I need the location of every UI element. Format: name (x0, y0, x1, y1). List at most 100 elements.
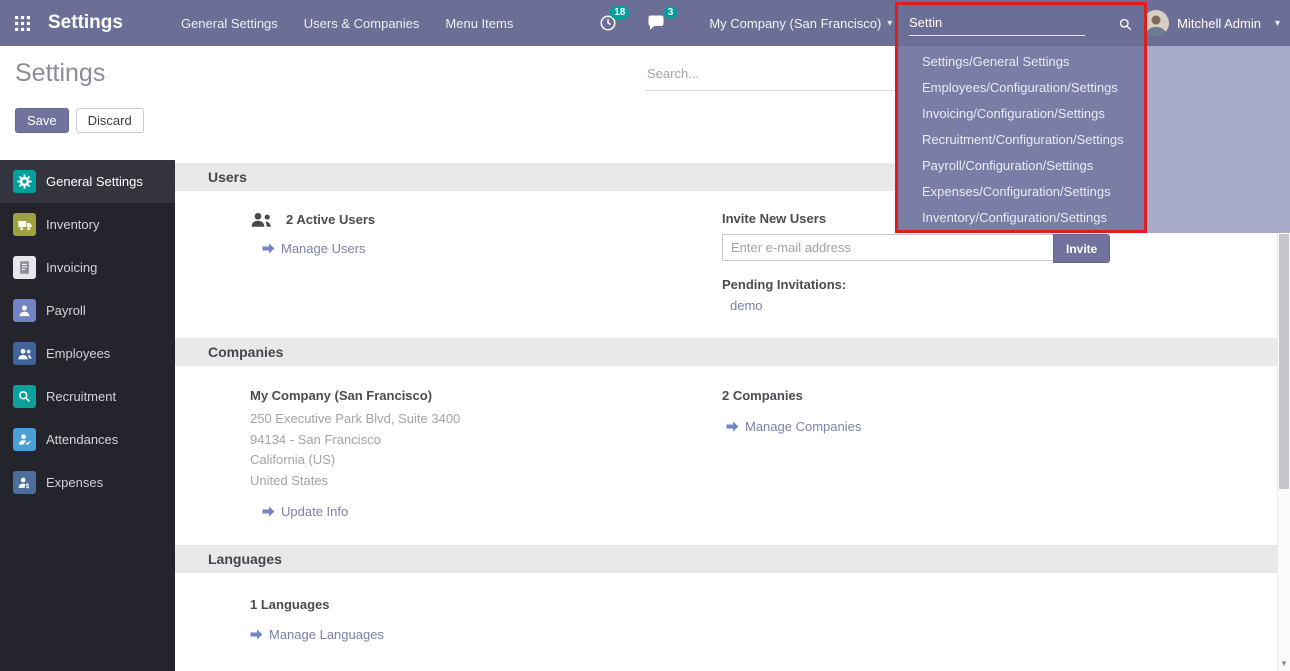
section-header-companies: Companies (175, 338, 1277, 366)
gear-icon (13, 170, 36, 193)
svg-text:$: $ (26, 483, 30, 490)
sidebar-item-label: Recruitment (46, 389, 116, 404)
company-name: My Company (San Francisco) (709, 16, 881, 31)
dropdown-result-item[interactable]: Inventory/Configuration/Settings (898, 205, 1144, 231)
manage-languages-link[interactable]: Manage Languages (250, 627, 384, 642)
companies-left-column: My Company (San Francisco) 250 Executive… (250, 388, 722, 520)
active-users-count: 2 Active Users (286, 212, 375, 227)
user-menu-panel (1147, 46, 1290, 233)
address-line: United States (250, 471, 722, 492)
sidebar-item-payroll[interactable]: Payroll (0, 289, 175, 332)
company-address: 250 Executive Park Blvd, Suite 3400 9413… (250, 409, 722, 491)
menu-users-companies[interactable]: Users & Companies (304, 16, 420, 31)
settings-content: Users 2 Active Users Manage Users Invite… (175, 160, 1277, 671)
people-icon (13, 342, 36, 365)
menu-general-settings[interactable]: General Settings (181, 16, 278, 31)
address-line: 250 Executive Park Blvd, Suite 3400 (250, 409, 722, 430)
pending-invitations-label: Pending Invitations: (722, 277, 1257, 292)
invite-email-input[interactable] (722, 234, 1054, 261)
sidebar-item-label: Payroll (46, 303, 86, 318)
save-button[interactable]: Save (15, 108, 69, 133)
sidebar-item-label: Invoicing (46, 260, 97, 275)
attendance-check-icon (13, 428, 36, 451)
dropdown-result-item[interactable]: Payroll/Configuration/Settings (898, 153, 1144, 179)
invite-button[interactable]: Invite (1053, 234, 1110, 263)
dropdown-search-box: Settin (898, 5, 1144, 46)
app-title[interactable]: Settings (48, 12, 123, 34)
languages-left-column: 1 Languages Manage Languages (250, 597, 722, 643)
companies-section: My Company (San Francisco) 250 Executive… (175, 366, 1277, 545)
user-name: Mitchell Admin (1177, 16, 1261, 31)
app-menu: General Settings Users & Companies Menu … (181, 16, 513, 31)
sidebar-item-label: Employees (46, 346, 110, 361)
sidebar-item-employees[interactable]: Employees (0, 332, 175, 375)
activity-menu-button[interactable]: 18 (599, 14, 617, 32)
payroll-person-icon (13, 299, 36, 322)
sidebar-item-expenses[interactable]: $ Expenses (0, 461, 175, 504)
activity-count-badge: 18 (610, 6, 629, 19)
sidebar-item-label: Attendances (46, 432, 118, 447)
systray: 18 3 My Company (San Francisco) ▾ (599, 14, 892, 32)
user-menu[interactable]: Mitchell Admin ▾ (1143, 0, 1280, 46)
section-header-languages: Languages (175, 545, 1277, 573)
form-buttons: Save Discard (15, 108, 144, 133)
arrow-right-icon (250, 629, 263, 640)
search-dropdown: Settin Settings/General Settings Employe… (895, 2, 1147, 233)
sidebar-item-recruitment[interactable]: Recruitment (0, 375, 175, 418)
companies-count: 2 Companies (722, 388, 1257, 403)
users-left-column: 2 Active Users Manage Users (250, 211, 722, 313)
manage-languages-label: Manage Languages (269, 627, 384, 642)
page-title: Settings (15, 59, 105, 88)
discard-button[interactable]: Discard (76, 108, 144, 133)
expense-dollar-icon: $ (13, 471, 36, 494)
company-name-label: My Company (San Francisco) (250, 388, 722, 403)
manage-users-link[interactable]: Manage Users (262, 241, 366, 256)
dropdown-result-item[interactable]: Invoicing/Configuration/Settings (898, 101, 1144, 127)
pending-invitee-link[interactable]: demo (730, 298, 763, 313)
invoice-document-icon (13, 256, 36, 279)
avatar (1143, 10, 1169, 36)
sidebar-item-attendances[interactable]: Attendances (0, 418, 175, 461)
grid-icon (15, 16, 30, 31)
dropdown-search-input[interactable]: Settin (909, 15, 1085, 36)
company-switcher[interactable]: My Company (San Francisco) ▾ (709, 16, 892, 31)
dropdown-result-item[interactable]: Recruitment/Configuration/Settings (898, 127, 1144, 153)
sidebar-item-label: Expenses (46, 475, 103, 490)
manage-users-label: Manage Users (281, 241, 366, 256)
manage-companies-link[interactable]: Manage Companies (726, 419, 861, 434)
chat-bubble-icon (647, 14, 665, 32)
truck-icon (13, 213, 36, 236)
companies-right-column: 2 Companies Manage Companies (722, 388, 1257, 520)
scrollbar-thumb[interactable] (1279, 234, 1289, 489)
users-group-icon (250, 211, 274, 228)
sidebar-item-invoicing[interactable]: Invoicing (0, 246, 175, 289)
search-icon[interactable] (1118, 17, 1133, 35)
address-line: California (US) (250, 450, 722, 471)
menu-menu-items[interactable]: Menu Items (445, 16, 513, 31)
update-info-link[interactable]: Update Info (262, 504, 348, 519)
arrow-right-icon (262, 506, 275, 517)
apps-menu-icon[interactable] (0, 0, 44, 46)
address-line: 94134 - San Francisco (250, 430, 722, 451)
chevron-down-icon: ▾ (1275, 18, 1280, 29)
arrow-right-icon (726, 421, 739, 432)
dropdown-result-item[interactable]: Expenses/Configuration/Settings (898, 179, 1144, 205)
magnifier-icon (13, 385, 36, 408)
sidebar-item-general-settings[interactable]: General Settings (0, 160, 175, 203)
scrollbar-down-arrow[interactable]: ▼ (1278, 659, 1290, 668)
message-count-badge: 3 (664, 6, 678, 19)
arrow-right-icon (262, 243, 275, 254)
sidebar-item-inventory[interactable]: Inventory (0, 203, 175, 246)
messages-menu-button[interactable]: 3 (647, 14, 665, 32)
update-info-label: Update Info (281, 504, 348, 519)
manage-companies-label: Manage Companies (745, 419, 861, 434)
sidebar-item-label: General Settings (46, 174, 143, 189)
settings-sidebar: General Settings Inventory Invoicing Pay… (0, 160, 175, 671)
dropdown-result-item[interactable]: Employees/Configuration/Settings (898, 75, 1144, 101)
sidebar-item-label: Inventory (46, 217, 99, 232)
languages-section: 1 Languages Manage Languages (175, 573, 1277, 668)
chevron-down-icon: ▾ (887, 18, 892, 29)
dropdown-results: Settings/General Settings Employees/Conf… (898, 46, 1144, 231)
languages-count: 1 Languages (250, 597, 722, 612)
dropdown-result-item[interactable]: Settings/General Settings (898, 49, 1144, 75)
